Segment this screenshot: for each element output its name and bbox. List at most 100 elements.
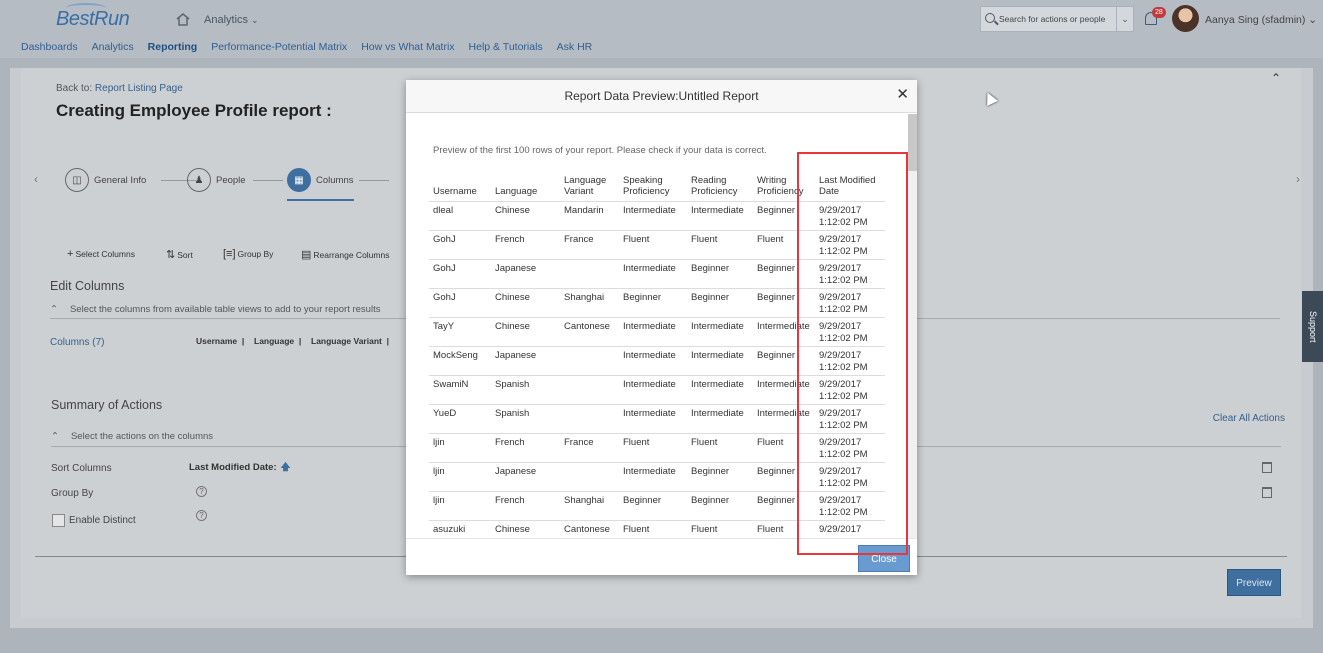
user-menu[interactable]: Aanya Sing (sfadmin) ⌄: [1205, 14, 1317, 26]
table-cell: Intermediate: [687, 200, 753, 230]
table-cell: Mandarin: [560, 200, 619, 230]
table-cell: Fluent: [687, 432, 753, 462]
home-icon[interactable]: [176, 13, 190, 26]
table-cell: Chinese: [491, 200, 560, 230]
clear-all-actions-link[interactable]: Clear All Actions: [1213, 413, 1285, 424]
scrollbar-thumb[interactable]: [908, 114, 917, 171]
wizard-next-icon[interactable]: ›: [1296, 172, 1300, 186]
preview-button[interactable]: Preview: [1227, 569, 1281, 596]
time-text: 1:12:02 PM: [819, 390, 868, 402]
time-text: 1:12:02 PM: [819, 448, 868, 460]
table-cell: Beginner: [687, 258, 753, 288]
table-cell-date: 9/29/2017 1:12:02 PM: [815, 432, 885, 462]
nav-item[interactable]: Ask HR: [557, 41, 593, 53]
table-cell: Chinese: [491, 519, 560, 538]
table-cell: Intermediate: [687, 345, 753, 375]
group-by-button[interactable]: [≡] Group By: [223, 248, 273, 260]
table-row: ljin Japanese Intermediate Beginner Beginner…: [429, 461, 885, 491]
summary-title: Summary of Actions: [51, 398, 163, 412]
table-cell: Shanghai: [560, 490, 619, 520]
dialog-body[interactable]: Preview of the first 100 rows of your re…: [406, 114, 908, 538]
step-columns[interactable]: ▦ Columns: [287, 168, 354, 192]
date-text: 9/29/2017: [819, 262, 862, 274]
nav-item[interactable]: Help & Tutorials: [469, 41, 543, 53]
support-tab[interactable]: Support: [1302, 291, 1323, 362]
table-cell: Fluent: [619, 519, 687, 538]
collapse-header-icon[interactable]: ⌃: [1271, 71, 1281, 85]
select-columns-button[interactable]: + Select Columns: [67, 248, 135, 260]
nav-item[interactable]: How vs What Matrix: [361, 41, 454, 53]
search-dropdown-icon[interactable]: ⌄: [1116, 7, 1133, 31]
table-cell-date: 9/29/2017 1:12:02 PM: [815, 403, 885, 433]
table-cell: GohJ: [429, 287, 491, 317]
column-header-text: Language: [564, 174, 607, 186]
logo-swoosh: [66, 3, 106, 13]
dialog-scrollbar[interactable]: [908, 114, 917, 538]
table-cell: Chinese: [491, 287, 560, 317]
global-search[interactable]: Search for actions or people ⌄: [980, 6, 1134, 32]
table-cell: Fluent: [619, 432, 687, 462]
arrow-up-icon[interactable]: 🡅: [281, 462, 291, 473]
summary-subtitle[interactable]: ⌃ Select the actions on the columns: [51, 431, 213, 442]
table-cell: Intermediate: [753, 374, 815, 404]
preview-intro: Preview of the first 100 rows of your re…: [433, 145, 767, 156]
nav-item[interactable]: Analytics: [92, 41, 134, 53]
column-header-text: Proficiency: [623, 185, 670, 197]
avatar[interactable]: [1172, 5, 1199, 32]
search-input[interactable]: Search for actions or people: [999, 14, 1105, 24]
top-nav: Dashboards Analytics Reporting Performance-…: [21, 41, 606, 53]
time-text: 1:12:02 PM: [819, 245, 868, 257]
sort-columns-label: Sort Columns: [51, 463, 112, 474]
module-switcher[interactable]: Analytics ⌄: [204, 14, 259, 26]
columns-count[interactable]: Columns (7): [50, 337, 104, 348]
nav-item[interactable]: Reporting: [148, 41, 198, 53]
rearrange-columns-button[interactable]: ▤ Rearrange Columns: [301, 248, 389, 261]
module-label: Analytics: [204, 14, 249, 26]
table-cell: Fluent: [753, 432, 815, 462]
step-label: Columns: [316, 174, 354, 186]
table-row: YueD Spanish Intermediate Intermediate Inter…: [429, 403, 885, 433]
preview-table: Username Language Language Variant Speaking P…: [429, 171, 885, 538]
breadcrumb: Back to: Report Listing Page: [56, 83, 183, 94]
column-chip[interactable]: Language Variant |: [311, 336, 389, 346]
step-people[interactable]: ♟ People: [187, 168, 246, 192]
shell-header: BestRun Analytics ⌄ Search for actions or…: [0, 0, 1323, 58]
active-step-indicator: [287, 199, 354, 201]
nav-item[interactable]: Performance-Potential Matrix: [211, 41, 347, 53]
table-cell: Fluent: [687, 519, 753, 538]
table-cell: Beginner: [753, 200, 815, 230]
step-general-info[interactable]: ◫ General Info: [65, 168, 146, 192]
table-cell: Cantonese: [560, 316, 619, 346]
close-icon[interactable]: ✕: [896, 87, 909, 102]
plus-icon: +: [67, 248, 74, 260]
nav-item[interactable]: Dashboards: [21, 41, 78, 53]
date-text: 9/29/2017: [819, 320, 862, 332]
sort-button[interactable]: ⇅ Sort: [166, 248, 193, 261]
table-cell: Fluent: [619, 229, 687, 259]
table-cell: Beginner: [619, 490, 687, 520]
group-icon: [≡]: [223, 248, 236, 260]
table-cell: Intermediate: [619, 374, 687, 404]
step-connector: [359, 180, 389, 181]
close-button[interactable]: Close: [858, 545, 910, 572]
back-link[interactable]: Report Listing Page: [95, 83, 183, 94]
table-cell: Beginner: [753, 258, 815, 288]
table-cell: Beginner: [687, 461, 753, 491]
table-cell: GohJ: [429, 229, 491, 259]
trash-icon[interactable]: [1262, 462, 1272, 473]
wizard-prev-icon[interactable]: ‹: [34, 172, 38, 186]
trash-icon[interactable]: [1262, 487, 1272, 498]
edit-columns-subtitle[interactable]: ⌃ Select the columns from available table…: [50, 304, 380, 315]
table-cell: Beginner: [753, 461, 815, 491]
column-chip[interactable]: Language |: [254, 336, 301, 346]
column-chip[interactable]: Username |: [196, 336, 244, 346]
enable-distinct-checkbox[interactable]: [52, 514, 65, 527]
column-header: Language: [491, 171, 560, 201]
table-cell: [560, 345, 619, 375]
help-icon[interactable]: ?: [196, 486, 207, 497]
dialog-footer: Close: [406, 538, 917, 575]
table-cell: [560, 374, 619, 404]
table-cell: Intermediate: [619, 200, 687, 230]
company-logo[interactable]: BestRun: [56, 3, 130, 31]
help-icon[interactable]: ?: [196, 510, 207, 521]
